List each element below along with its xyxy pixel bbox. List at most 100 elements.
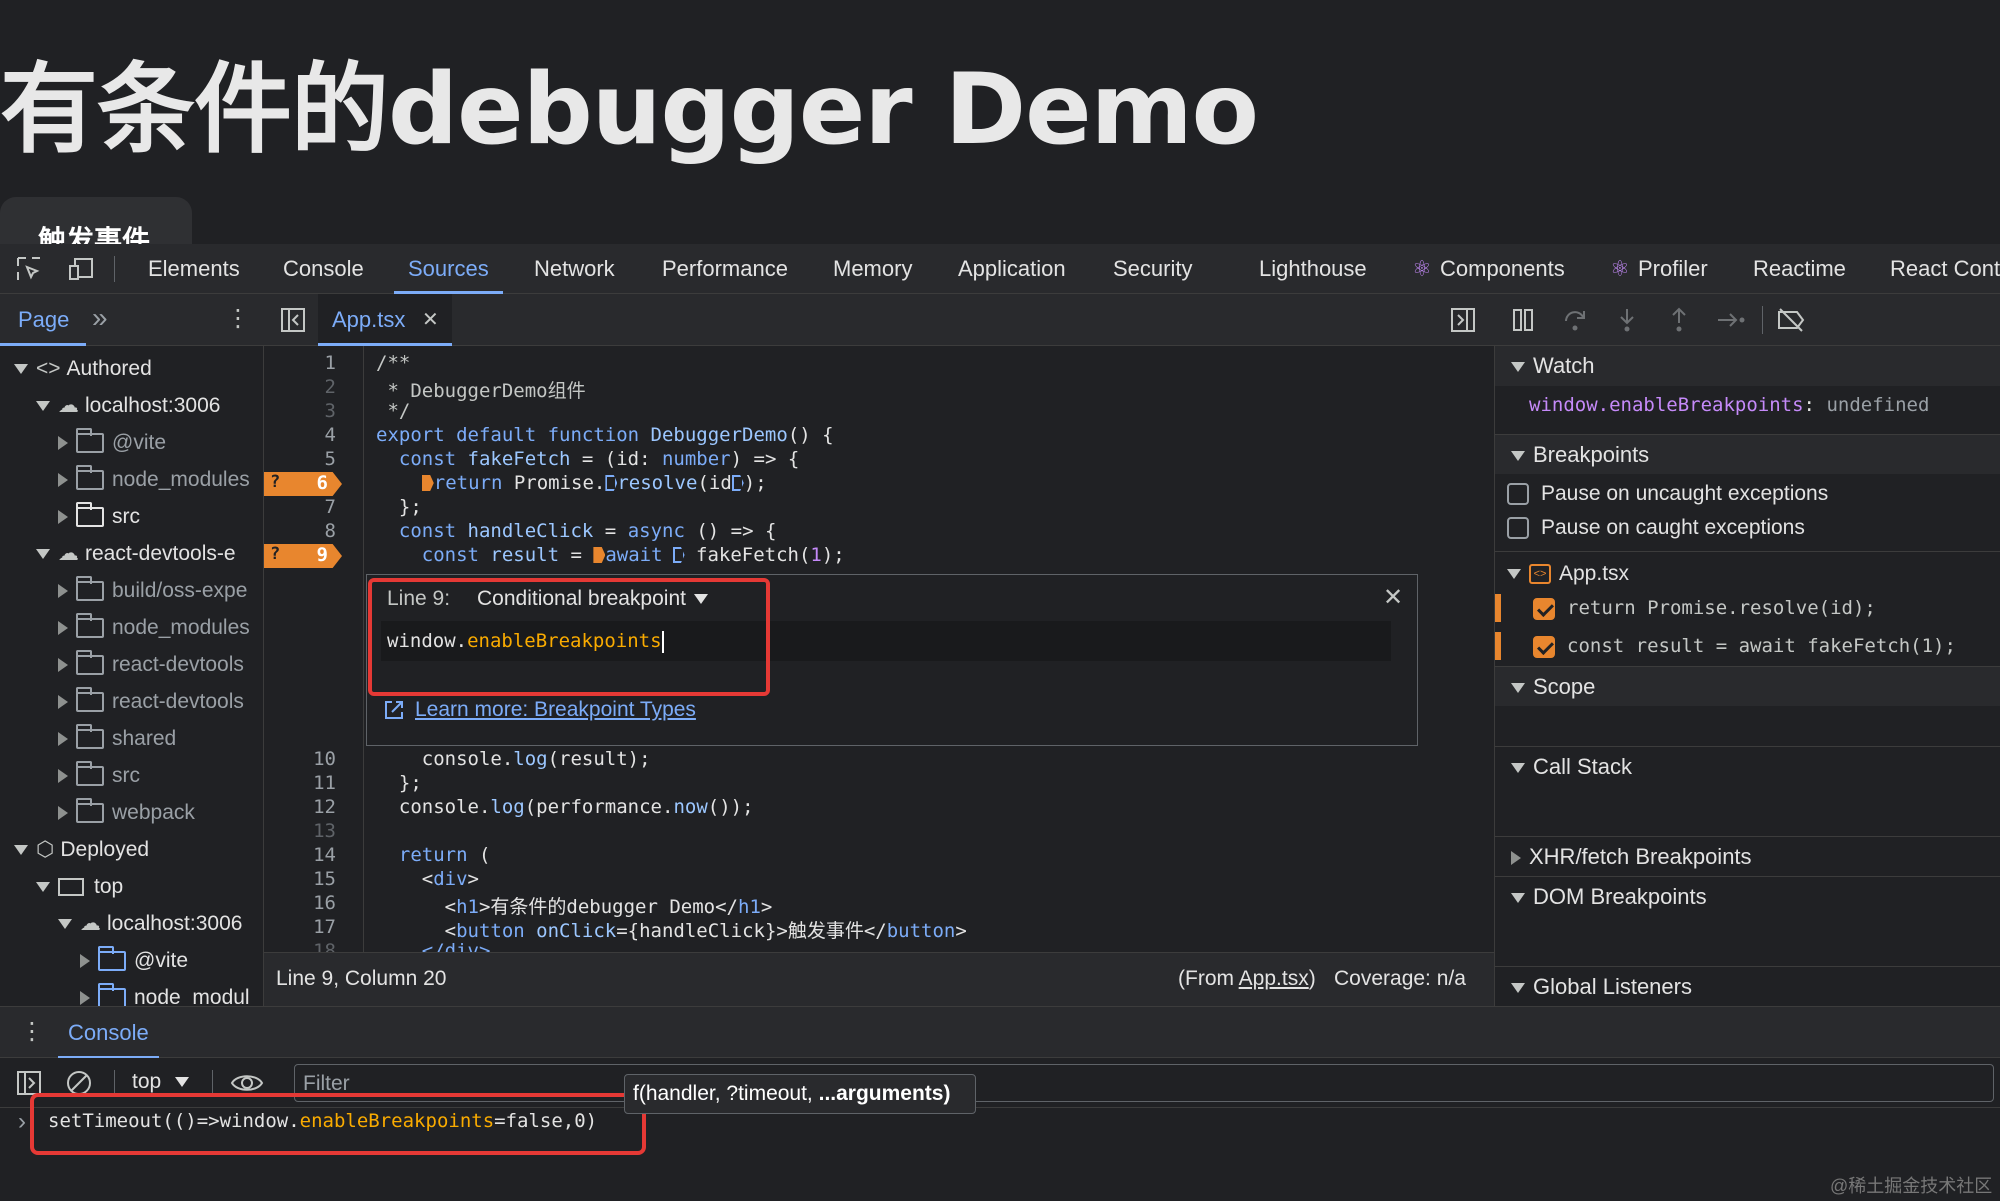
section-dom-breakpoints[interactable]: DOM Breakpoints xyxy=(1495,876,2000,916)
tree-item-localhost[interactable]: ☁ localhost:3006 xyxy=(58,906,242,942)
line-number[interactable]: 12 xyxy=(264,796,336,818)
section-xhr-breakpoints[interactable]: XHR/fetch Breakpoints xyxy=(1495,836,2000,876)
step-out-icon[interactable] xyxy=(1666,307,1692,333)
trigger-event-button[interactable]: 触发事件 xyxy=(0,197,192,245)
tree-item-folder[interactable]: build/oss-expe xyxy=(58,573,247,609)
tab-components[interactable]: Components xyxy=(1440,244,1565,294)
more-tabs-icon[interactable]: » xyxy=(92,302,108,334)
tab-profiler[interactable]: Profiler xyxy=(1638,244,1708,294)
tree-item-top[interactable]: top xyxy=(36,869,123,905)
tree-item-folder[interactable]: shared xyxy=(58,721,176,757)
prompt-icon: › xyxy=(18,1108,26,1135)
tree-item-folder[interactable]: react-devtools xyxy=(58,684,244,720)
more-options-icon[interactable]: ⋮ xyxy=(226,304,250,333)
deactivate-breakpoints-icon[interactable] xyxy=(1776,307,1806,333)
line-number[interactable]: 8 xyxy=(264,520,336,542)
tree-item-localhost[interactable]: ☁ localhost:3006 xyxy=(36,388,220,424)
line-number[interactable]: 4 xyxy=(264,424,336,446)
section-call-stack[interactable]: Call Stack xyxy=(1495,746,2000,786)
context-select[interactable]: top xyxy=(132,1070,190,1094)
source-file-link[interactable]: App.tsx xyxy=(1239,967,1309,990)
tab-console[interactable]: Console xyxy=(283,244,364,294)
breakpoint-item[interactable]: return Promise.resolve(id); xyxy=(1533,594,1876,622)
tree-item-folder[interactable]: node_modules xyxy=(58,462,250,498)
line-number[interactable]: 3 xyxy=(264,400,336,422)
line-number[interactable]: 15 xyxy=(264,868,336,890)
line-number[interactable]: 1 xyxy=(264,352,336,374)
line-number[interactable]: 13 xyxy=(264,820,336,842)
pause-resume-icon[interactable] xyxy=(1510,307,1536,333)
inline-breakpoint-icon[interactable] xyxy=(605,475,618,491)
line-number[interactable]: 5 xyxy=(264,448,336,470)
section-breakpoints[interactable]: Breakpoints xyxy=(1495,434,2000,474)
tree-item-folder[interactable]: node_modul xyxy=(80,980,250,1006)
tab-lighthouse[interactable]: Lighthouse xyxy=(1259,244,1367,294)
section-global-listeners[interactable]: Global Listeners xyxy=(1495,966,2000,1006)
tab-reactime[interactable]: Reactime xyxy=(1753,244,1846,294)
tree-item-folder[interactable]: src xyxy=(58,758,140,794)
tab-elements[interactable]: Elements xyxy=(148,244,240,294)
line-number[interactable]: 17 xyxy=(264,916,336,938)
folder-icon xyxy=(76,613,104,639)
file-tab-app-tsx[interactable]: App.tsx ✕ xyxy=(318,294,452,346)
breakpoint-file-group[interactable]: <> App.tsx xyxy=(1507,556,1629,592)
watermark: @稀土掘金技术社区 xyxy=(1830,1176,1993,1196)
inline-breakpoint-icon[interactable] xyxy=(593,547,606,563)
learn-more-link[interactable]: Learn more: Breakpoint Types xyxy=(415,698,696,722)
step-over-icon[interactable] xyxy=(1562,307,1588,333)
tree-item-authored[interactable]: <> Authored xyxy=(14,351,152,387)
navigator-tab-page[interactable]: Page xyxy=(0,294,86,346)
line-number[interactable]: 10 xyxy=(264,748,336,770)
watch-expression[interactable]: window.enableBreakpoints: undefined xyxy=(1529,394,1929,416)
pause-caught-checkbox[interactable]: Pause on caught exceptions xyxy=(1507,516,1805,540)
line-number[interactable]: 7 xyxy=(264,496,336,518)
tree-item-folder[interactable]: webpack xyxy=(58,795,195,831)
tab-performance[interactable]: Performance xyxy=(662,244,788,294)
tree-item-folder[interactable]: @vite xyxy=(58,425,166,461)
tab-memory[interactable]: Memory xyxy=(833,244,912,294)
react-icon: ⚛ xyxy=(1412,256,1432,281)
tab-sources[interactable]: Sources xyxy=(394,244,503,294)
tab-react-cont[interactable]: React Cont xyxy=(1890,244,2000,294)
tab-application[interactable]: Application xyxy=(958,244,1066,294)
section-scope[interactable]: Scope xyxy=(1495,666,2000,706)
line-number[interactable]: 16 xyxy=(264,892,336,914)
tab-security[interactable]: Security xyxy=(1113,244,1192,294)
toggle-debugger-icon[interactable] xyxy=(1450,307,1476,333)
tree-item-folder[interactable]: react-devtools xyxy=(58,647,244,683)
drawer-menu-icon[interactable]: ⋮ xyxy=(20,1017,44,1046)
tree-item-domain[interactable]: ☁ react-devtools-e xyxy=(36,536,236,572)
code-line: console.log(result); xyxy=(376,748,651,770)
inspect-element-icon[interactable] xyxy=(16,256,42,282)
device-toolbar-icon[interactable] xyxy=(68,256,94,282)
step-icon[interactable] xyxy=(1716,307,1746,333)
conditional-breakpoint-marker[interactable]: ? 9 xyxy=(264,544,342,568)
folder-icon xyxy=(76,687,104,713)
tree-item-deployed[interactable]: ⬡ Deployed xyxy=(14,832,149,868)
breakpoint-item[interactable]: const result = await fakeFetch(1); xyxy=(1533,632,1956,660)
tree-item-folder[interactable]: src xyxy=(58,499,140,535)
code-line: const fakeFetch = (id: number) => { xyxy=(376,448,800,470)
line-number[interactable]: 14 xyxy=(264,844,336,866)
line-number[interactable]: 11 xyxy=(264,772,336,794)
code-line: console.log(performance.now()); xyxy=(376,796,754,818)
inline-breakpoint-icon[interactable] xyxy=(421,475,434,491)
section-watch[interactable]: Watch xyxy=(1495,346,2000,386)
close-icon[interactable]: ✕ xyxy=(1383,583,1403,612)
inline-breakpoint-icon[interactable] xyxy=(731,475,744,491)
breakpoint-enabled-checkbox[interactable] xyxy=(1533,635,1555,658)
line-number[interactable]: 2 xyxy=(264,376,336,398)
tab-network[interactable]: Network xyxy=(534,244,615,294)
drawer-tab-console[interactable]: Console xyxy=(58,1007,159,1059)
close-tab-icon[interactable]: ✕ xyxy=(422,307,439,332)
step-into-icon[interactable] xyxy=(1614,307,1640,333)
breakpoint-enabled-checkbox[interactable] xyxy=(1533,597,1555,620)
pause-uncaught-checkbox[interactable]: Pause on uncaught exceptions xyxy=(1507,482,1828,506)
breakpoint-indicator xyxy=(1495,594,1501,622)
tree-item-folder[interactable]: @vite xyxy=(80,943,188,979)
toggle-navigator-icon[interactable] xyxy=(280,307,306,333)
conditional-breakpoint-marker[interactable]: ? 6 xyxy=(264,472,342,496)
tree-item-folder[interactable]: node_modules xyxy=(58,610,250,646)
inline-breakpoint-icon[interactable] xyxy=(672,547,685,563)
line-number[interactable]: 18 xyxy=(264,940,336,952)
